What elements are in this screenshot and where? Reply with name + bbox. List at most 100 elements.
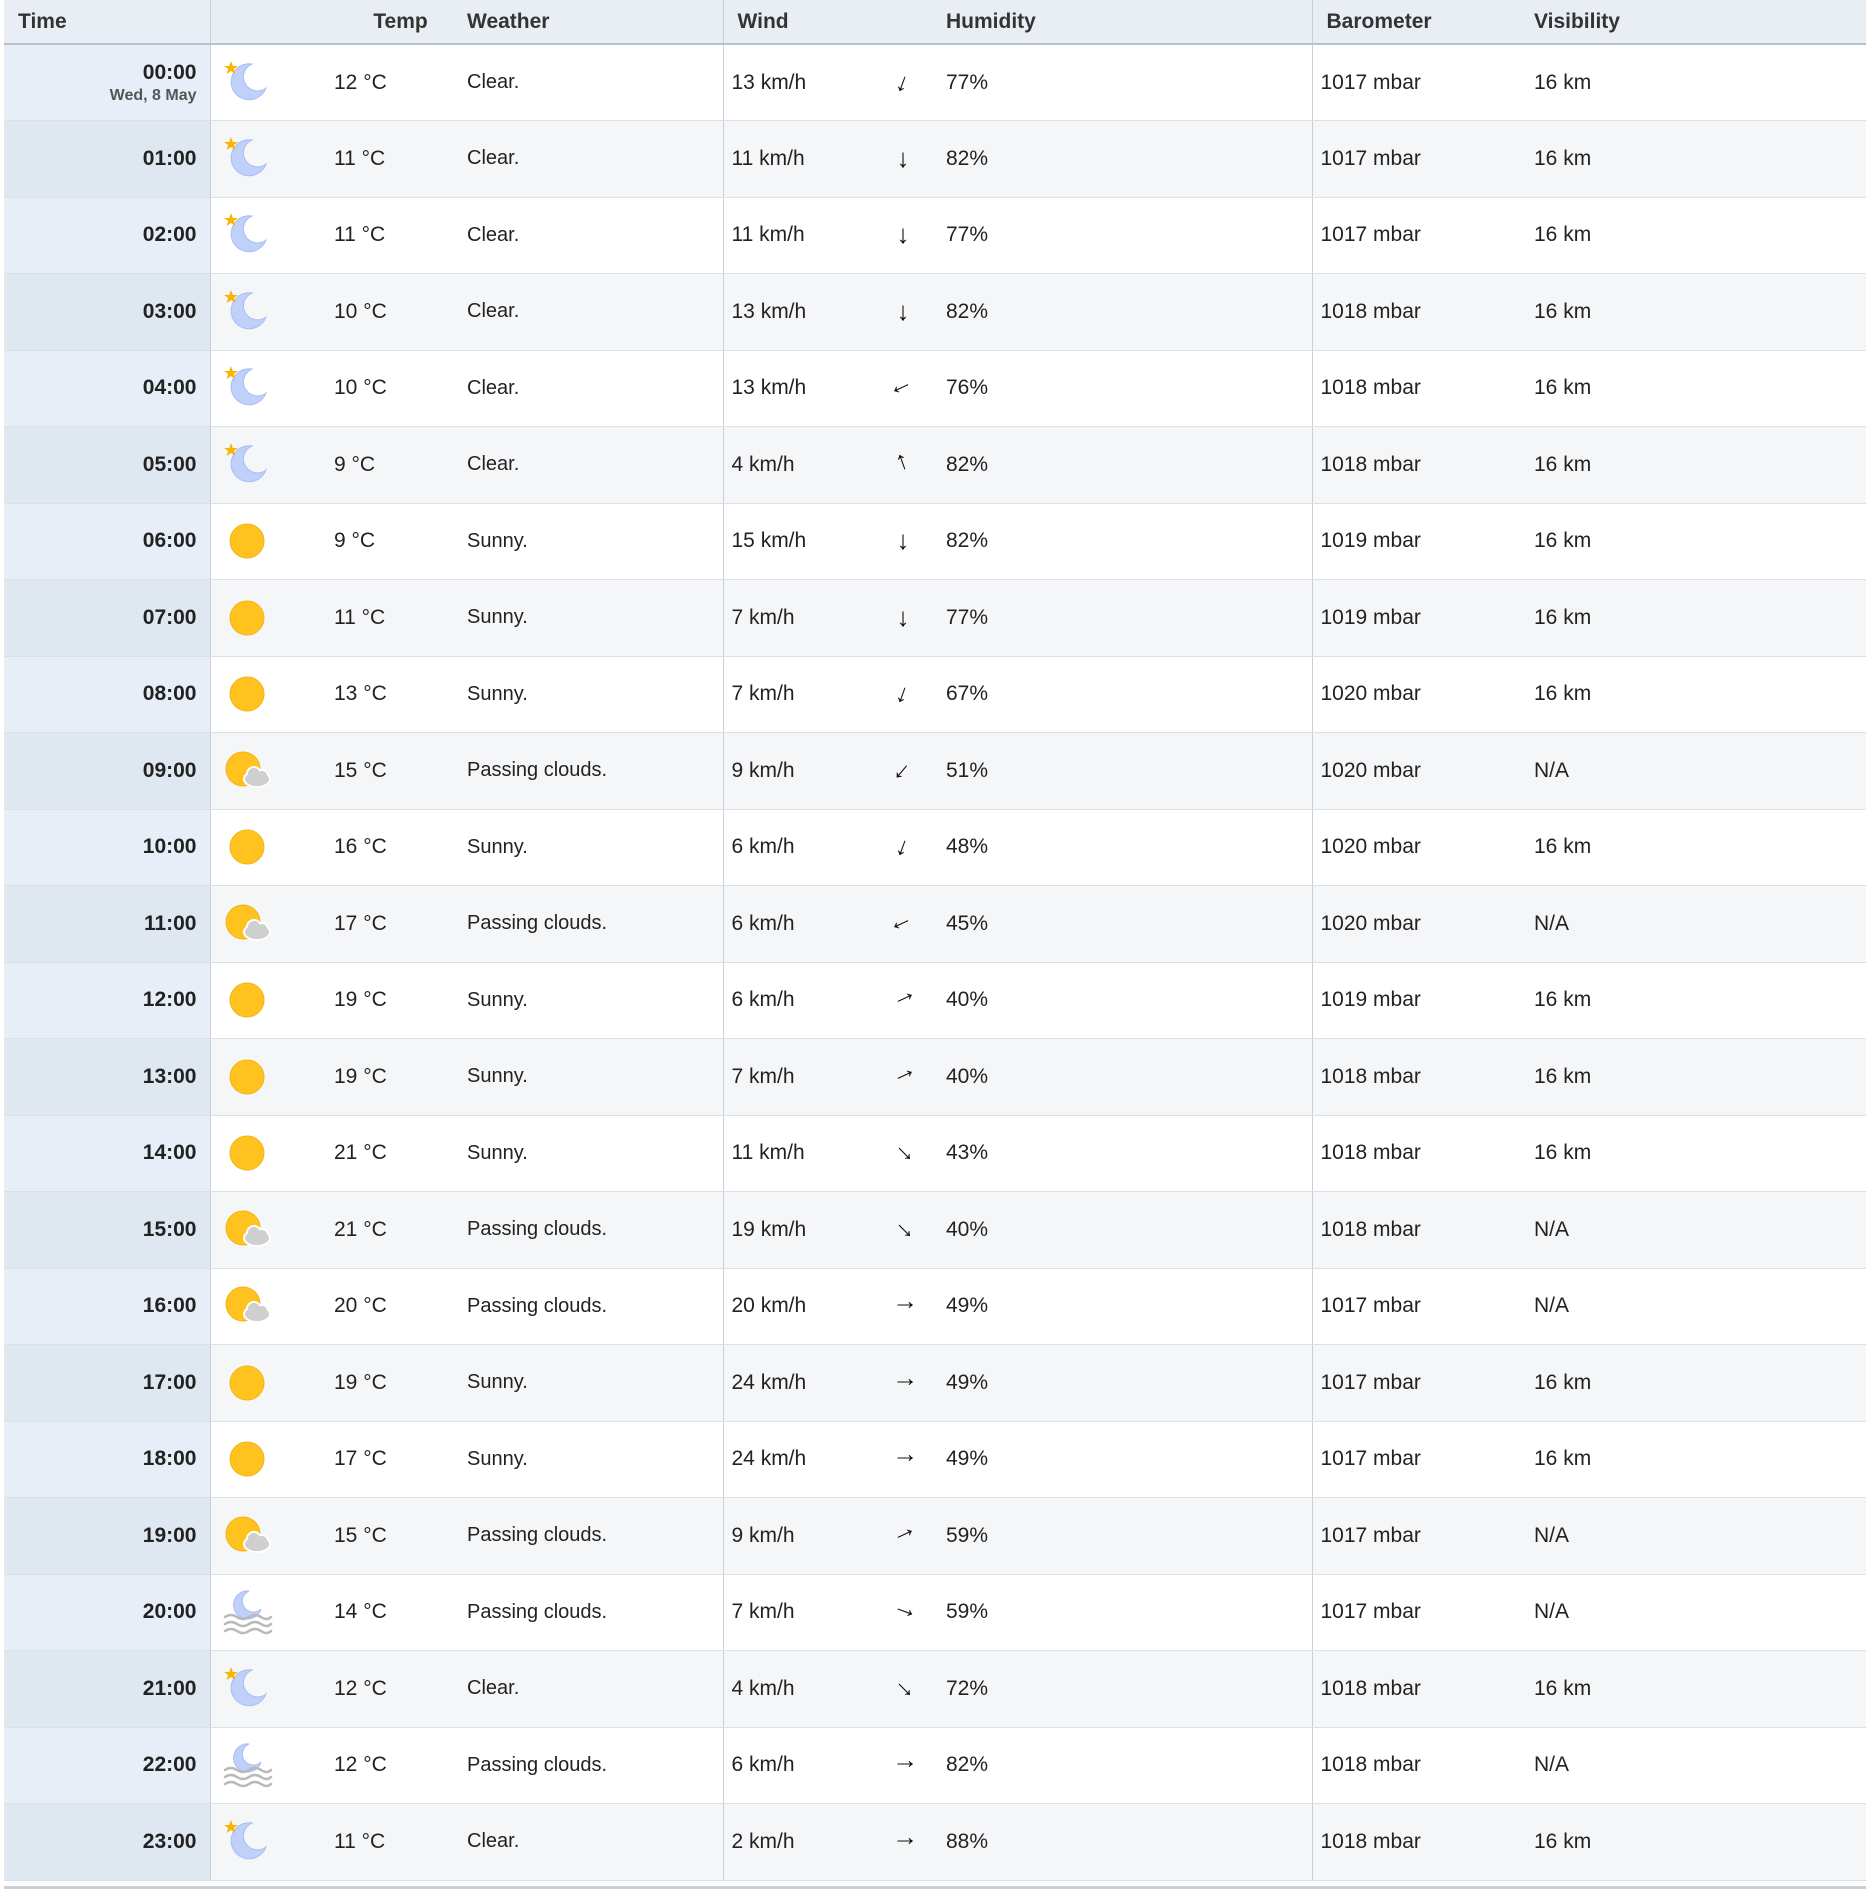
humidity-cell: 77% bbox=[946, 197, 1312, 274]
wind-speed-cell: 24 km/h bbox=[722, 1421, 888, 1498]
wind-arrow-icon: ↓ bbox=[896, 219, 910, 250]
header-humidity[interactable]: Humidity bbox=[946, 0, 1312, 45]
temp-cell: 10 °C bbox=[334, 350, 467, 427]
sun-cloud-icon bbox=[225, 751, 271, 788]
wind-direction-cell: ↓ bbox=[888, 1115, 946, 1192]
header-temp[interactable]: Temp bbox=[334, 0, 467, 45]
wind-arrow-icon: ↓ bbox=[886, 1522, 920, 1547]
barometer-cell: 1018 mbar bbox=[1311, 350, 1534, 427]
wind-arrow-icon: ↓ bbox=[891, 829, 915, 863]
header-weather[interactable]: Weather bbox=[467, 0, 723, 45]
barometer-cell: 1017 mbar bbox=[1311, 1574, 1534, 1651]
weather-desc-cell: Sunny. bbox=[467, 503, 723, 580]
weather-icon-cell bbox=[210, 579, 334, 657]
time-cell: 01:00 bbox=[4, 120, 211, 198]
table-row: 17:00 19 °C Sunny. 24 km/h ↓ 49% 1017 mbar 16 k… bbox=[4, 1344, 1866, 1422]
visibility-cell: 16 km bbox=[1534, 426, 1866, 504]
time-cell: 03:00 bbox=[4, 273, 211, 351]
weather-desc-cell: Passing clouds. bbox=[467, 1574, 723, 1651]
weather-desc-cell: Passing clouds. bbox=[467, 732, 723, 810]
table-row: 01:00 11 °C Clear. 11 km/h ↓ 82% 1017 mbar 16 k… bbox=[4, 120, 1866, 198]
time-label: 21:00 bbox=[142, 1676, 197, 1700]
visibility-cell: N/A bbox=[1534, 1268, 1866, 1345]
moon-fog-icon bbox=[223, 1590, 272, 1635]
wind-arrow-icon: ↓ bbox=[888, 1757, 918, 1771]
visibility-cell: 16 km bbox=[1534, 962, 1866, 1039]
wind-arrow-icon: ↓ bbox=[888, 1375, 918, 1389]
table-row: 18:00 17 °C Sunny. 24 km/h ↓ 49% 1017 mbar 16 k… bbox=[4, 1421, 1866, 1498]
time-label: 02:00 bbox=[142, 223, 197, 247]
wind-speed-cell: 7 km/h bbox=[722, 1038, 888, 1116]
table-row: 21:00 12 °C Clear. 4 km/h ↓ 72% 1018 mbar 16 km bbox=[4, 1650, 1866, 1728]
table-row: 00:00 Wed, 8 May 12 °C Clear. 13 km/h ↓ 77% 101… bbox=[4, 44, 1866, 121]
wind-direction-cell: ↓ bbox=[888, 426, 946, 504]
sun-icon bbox=[229, 1441, 264, 1477]
temp-cell: 21 °C bbox=[334, 1115, 467, 1192]
temp-cell: 11 °C bbox=[334, 120, 467, 198]
wind-arrow-icon: ↓ bbox=[886, 1063, 920, 1088]
humidity-cell: 67% bbox=[946, 656, 1312, 733]
wind-direction-cell: ↓ bbox=[887, 350, 946, 427]
humidity-cell: 82% bbox=[946, 503, 1312, 580]
wind-speed-cell: 11 km/h bbox=[722, 120, 888, 198]
time-label: 13:00 bbox=[142, 1064, 197, 1088]
sun-icon bbox=[229, 982, 264, 1018]
humidity-cell: 43% bbox=[946, 1115, 1312, 1192]
header-wind[interactable]: Wind bbox=[722, 0, 888, 45]
wind-speed-cell: 6 km/h bbox=[722, 809, 888, 886]
wind-speed-cell: 7 km/h bbox=[722, 579, 888, 657]
barometer-cell: 1019 mbar bbox=[1311, 503, 1534, 580]
visibility-cell: 16 km bbox=[1534, 503, 1866, 580]
table-row: 06:00 9 °C Sunny. 15 km/h ↓ 82% 1019 mbar 16 km bbox=[4, 503, 1866, 580]
time-label: 22:00 bbox=[142, 1753, 197, 1777]
weather-icon-cell bbox=[210, 1803, 334, 1881]
wind-speed-cell: 13 km/h bbox=[722, 273, 888, 351]
weather-desc-cell: Clear. bbox=[467, 273, 723, 351]
header-visibility[interactable]: Visibility bbox=[1534, 0, 1866, 45]
visibility-cell: N/A bbox=[1534, 1574, 1866, 1651]
wind-speed-cell: 9 km/h bbox=[722, 732, 888, 810]
weather-desc-cell: Sunny. bbox=[467, 809, 723, 886]
wind-speed-cell: 9 km/h bbox=[722, 1497, 888, 1575]
time-label: 00:00 bbox=[142, 60, 197, 84]
header-barometer[interactable]: Barometer bbox=[1311, 0, 1534, 45]
table-row: 02:00 11 °C Clear. 11 km/h ↓ 77% 1017 mbar 16 k… bbox=[4, 197, 1866, 274]
weather-desc-cell: Passing clouds. bbox=[467, 1727, 723, 1804]
wind-arrow-icon: ↓ bbox=[887, 1137, 919, 1168]
temp-cell: 15 °C bbox=[334, 1497, 467, 1575]
wind-arrow-icon: ↓ bbox=[887, 1672, 919, 1703]
humidity-cell: 45% bbox=[946, 885, 1312, 963]
wind-speed-cell: 19 km/h bbox=[722, 1191, 888, 1269]
visibility-cell: 16 km bbox=[1534, 44, 1866, 121]
sun-icon bbox=[229, 1135, 264, 1171]
weather-desc-cell: Sunny. bbox=[467, 962, 723, 1039]
wind-speed-cell: 6 km/h bbox=[722, 885, 888, 963]
humidity-cell: 48% bbox=[946, 809, 1312, 886]
header-time[interactable]: Time bbox=[4, 0, 211, 45]
weather-icon-cell bbox=[210, 1038, 334, 1116]
weather-desc-cell: Sunny. bbox=[467, 1038, 723, 1116]
wind-arrow-icon: ↓ bbox=[888, 1298, 918, 1312]
wind-direction-cell: ↓ bbox=[888, 1191, 946, 1269]
visibility-cell: 16 km bbox=[1534, 273, 1866, 351]
humidity-cell: 72% bbox=[946, 1650, 1312, 1728]
time-cell: 09:00 bbox=[4, 732, 211, 810]
barometer-cell: 1020 mbar bbox=[1311, 656, 1534, 733]
time-cell: 13:00 bbox=[4, 1038, 211, 1116]
wind-direction-cell: ↓ bbox=[887, 885, 946, 963]
time-label: 01:00 bbox=[142, 146, 197, 170]
time-cell: 23:00 bbox=[4, 1803, 211, 1881]
table-row: 13:00 19 °C Sunny. 7 km/h ↓ 40% 1018 mbar 16 km bbox=[4, 1038, 1866, 1116]
hourly-weather-table-container: Time Temp Weather Wind Humidity Baromete… bbox=[4, 0, 1866, 1881]
wind-speed-cell: 24 km/h bbox=[722, 1344, 888, 1422]
table-row: 07:00 11 °C Sunny. 7 km/h ↓ 77% 1019 mbar 16 km bbox=[4, 579, 1866, 657]
temp-cell: 10 °C bbox=[334, 273, 467, 351]
sun-icon bbox=[229, 600, 264, 636]
temp-cell: 21 °C bbox=[334, 1191, 467, 1269]
table-row: 10:00 16 °C Sunny. 6 km/h ↓ 48% 1020 mbar 16 km bbox=[4, 809, 1866, 886]
time-label: 19:00 bbox=[142, 1523, 197, 1547]
barometer-cell: 1018 mbar bbox=[1311, 1038, 1534, 1116]
temp-cell: 16 °C bbox=[334, 809, 467, 886]
time-cell: 21:00 bbox=[4, 1650, 211, 1728]
wind-arrow-icon: ↓ bbox=[891, 676, 915, 710]
